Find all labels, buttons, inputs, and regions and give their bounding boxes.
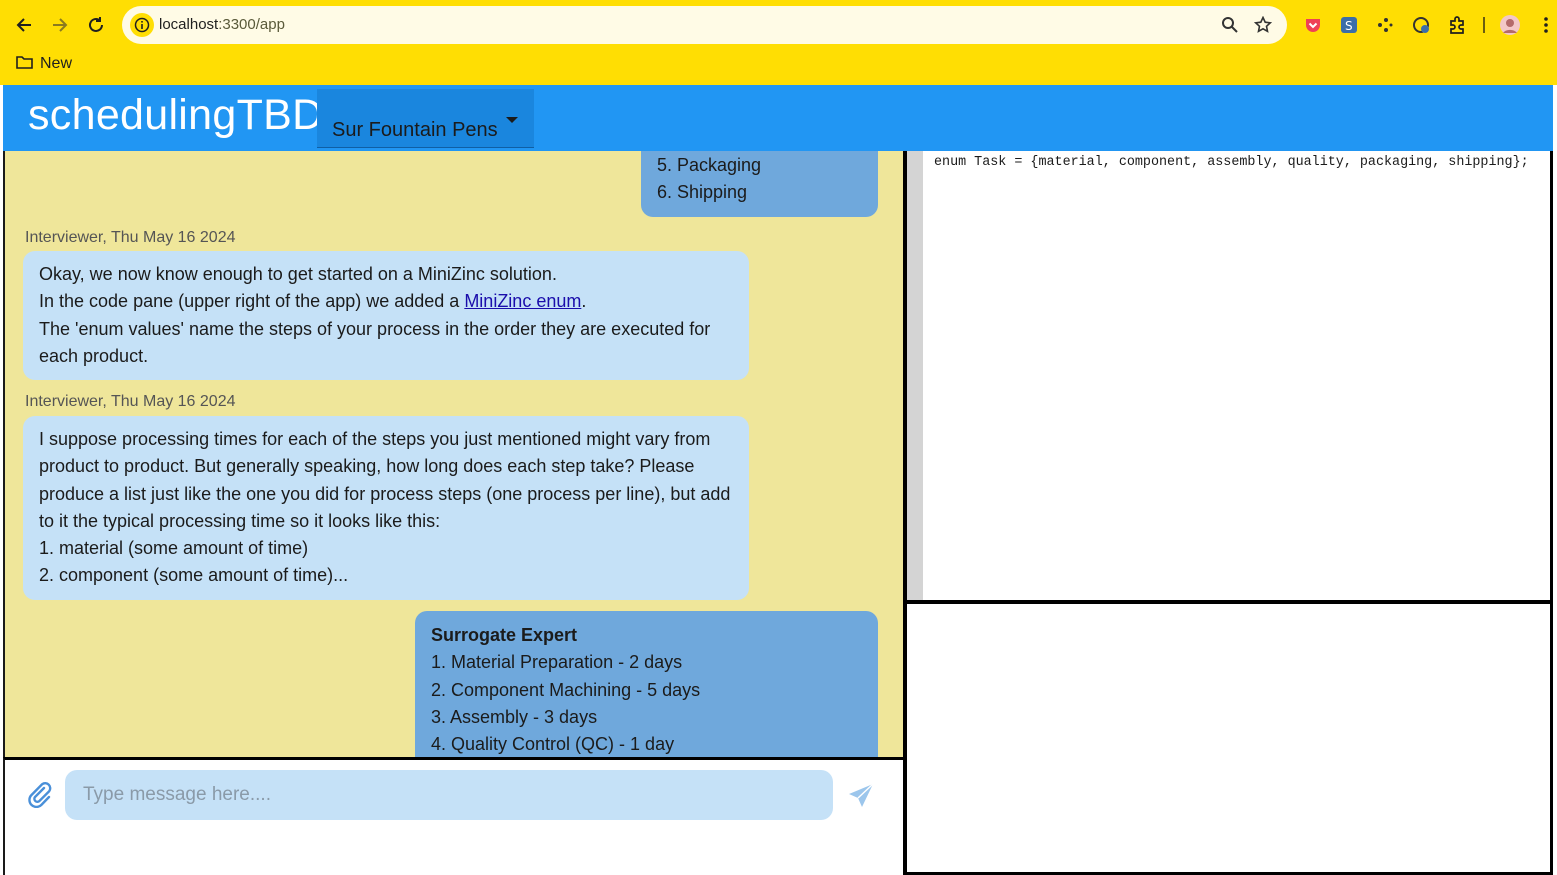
minizinc-enum-link[interactable]: MiniZinc enum [464, 291, 581, 311]
url-host: localhost [159, 16, 219, 33]
message-line: 3. Assembly - 3 days [431, 706, 598, 727]
browser-menu-icon[interactable] [1535, 14, 1557, 36]
site-info-icon[interactable] [130, 13, 154, 37]
pocket-icon[interactable] [1302, 14, 1324, 36]
message-line: 1. Material Preparation - 2 days [431, 652, 683, 673]
password-manager-icon[interactable] [1410, 14, 1432, 36]
forward-icon[interactable] [47, 12, 73, 38]
interviewer-message: Okay, we now know enough to get started … [23, 251, 749, 381]
message-sender: Surrogate Expert [431, 625, 578, 645]
message-line: Okay, we now know enough to get started … [39, 264, 557, 284]
url-bar[interactable]: localhost:3300/app [122, 6, 1287, 44]
message-text: In the code pane (upper right of the app… [39, 291, 465, 312]
message-line: 2. Component Machining - 5 days [431, 679, 701, 700]
bookmark-star-icon[interactable] [1253, 15, 1273, 35]
extension-dots-icon[interactable] [1374, 14, 1396, 36]
bookmark-folder-new[interactable]: New [16, 54, 72, 74]
message-line: 4. Quality Control (QC) - 1 day [431, 734, 675, 755]
right-border [1550, 151, 1553, 875]
url-path: :3300/app [218, 16, 285, 33]
code-text[interactable]: enum Task = {material, component, assemb… [934, 155, 1529, 170]
message-header: Interviewer, Thu May 16 2024 [25, 393, 236, 410]
folder-icon [16, 55, 33, 74]
project-select-value: Sur Fountain Pens [332, 119, 498, 141]
project-select[interactable]: Sur Fountain Pens [317, 89, 534, 148]
message-line: The 'enum values' name the steps of your… [39, 318, 711, 366]
chevron-down-icon [506, 117, 518, 123]
code-gutter [907, 151, 923, 600]
app-header: schedulingTBD Sur Fountain Pens [3, 85, 1553, 151]
surrogate-message: Surrogate Expert 1. Material Preparation… [415, 611, 878, 757]
message-line: 6. Shipping [657, 182, 748, 203]
message-text: . [581, 291, 587, 312]
message-line: 1. material (some amount of time) [39, 538, 309, 559]
extension-s-icon[interactable]: S [1338, 14, 1360, 36]
svg-text:S: S [1345, 19, 1353, 33]
message-header: Interviewer, Thu May 16 2024 [25, 229, 236, 246]
extensions-puzzle-icon[interactable] [1446, 14, 1468, 36]
message-input[interactable] [65, 770, 833, 820]
app-title: schedulingTBD [28, 91, 324, 139]
reload-icon[interactable] [83, 12, 109, 38]
surrogate-message: 5. Packaging 6. Shipping [641, 151, 878, 217]
toolbar-separator [1483, 17, 1485, 33]
message-line: 5. Packaging [657, 155, 762, 175]
message-body: I suppose processing times for each of t… [39, 429, 731, 531]
back-icon[interactable] [11, 12, 37, 38]
paperclip-icon[interactable] [25, 780, 53, 809]
url-text[interactable]: localhost:3300/app [159, 16, 285, 33]
send-icon[interactable] [847, 782, 875, 810]
interviewer-message: I suppose processing times for each of t… [23, 416, 749, 600]
message-input-area [3, 757, 903, 875]
profile-avatar-icon[interactable] [1499, 14, 1521, 36]
message-line: In the code pane (upper right of the app… [39, 288, 733, 315]
browser-toolbar: localhost:3300/app S New [0, 0, 1557, 85]
chat-pane[interactable]: 5. Packaging 6. Shipping Interviewer, Th… [3, 151, 903, 757]
code-pane[interactable]: enum Task = {material, component, assemb… [907, 151, 1553, 600]
lower-pane[interactable] [907, 604, 1553, 872]
zoom-icon[interactable] [1220, 15, 1240, 35]
bookmark-label: New [40, 55, 73, 72]
message-line: 2. component (some amount of time)... [39, 565, 349, 586]
